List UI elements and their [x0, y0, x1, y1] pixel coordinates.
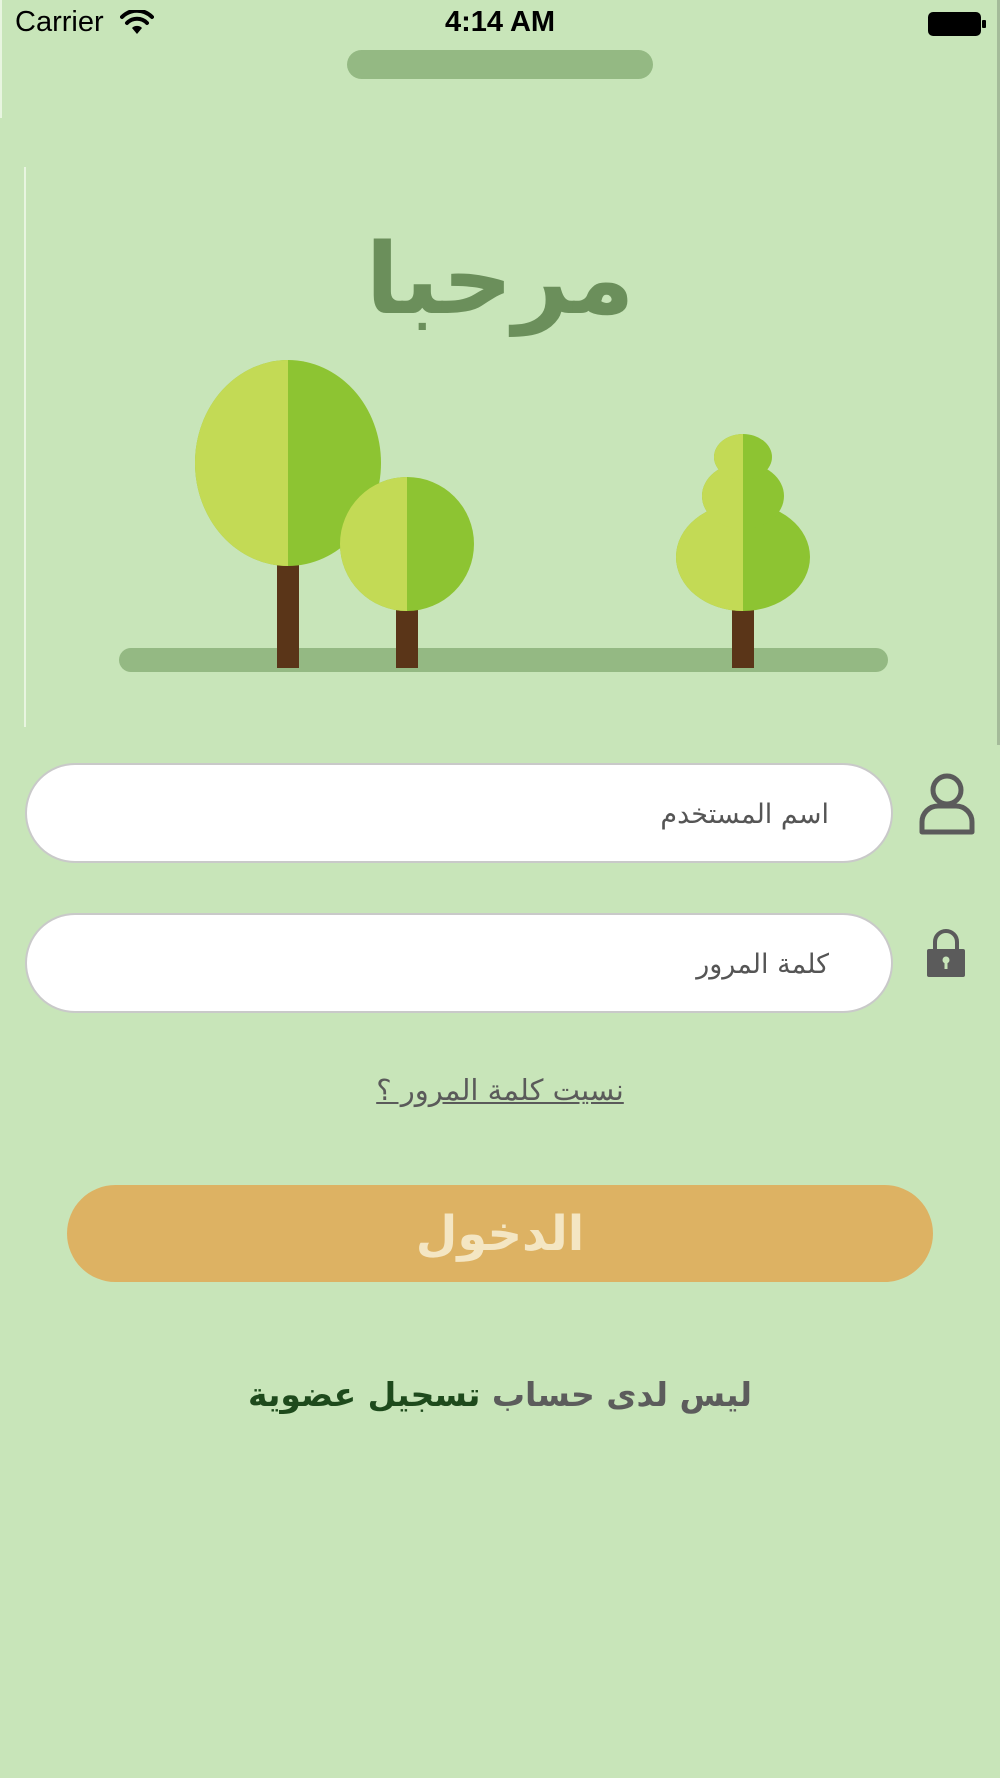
- tree-trunk: [396, 605, 418, 668]
- register-link[interactable]: تسجيل عضوية: [248, 1375, 480, 1414]
- no-account-text: ليس لدى حساب: [491, 1375, 752, 1414]
- status-time: 4:14 AM: [444, 6, 556, 38]
- password-input[interactable]: [67, 915, 831, 1013]
- tree-trunk: [732, 605, 754, 668]
- tree-canopy-light: [195, 360, 288, 566]
- sheet-grab-handle[interactable]: [347, 50, 653, 79]
- tree-trunk: [277, 563, 299, 668]
- ground-strip: [119, 648, 888, 672]
- password-field[interactable]: [25, 913, 893, 1013]
- status-bar: Carrier 4:14 AM: [0, 0, 1000, 50]
- username-field[interactable]: [25, 763, 893, 863]
- edge-line: [0, 0, 2, 118]
- trees-illustration: [119, 360, 888, 672]
- register-row: ليس لدى حساب تسجيل عضوية: [0, 1375, 1000, 1414]
- user-icon: [919, 773, 975, 835]
- username-input[interactable]: [67, 765, 831, 863]
- forgot-password-link[interactable]: نسيت كلمة المرور ؟: [0, 1073, 1000, 1107]
- login-button[interactable]: الدخول: [67, 1185, 933, 1282]
- lock-icon: [927, 929, 965, 977]
- battery-icon: [928, 12, 986, 36]
- welcome-title: مرحبا: [365, 223, 635, 337]
